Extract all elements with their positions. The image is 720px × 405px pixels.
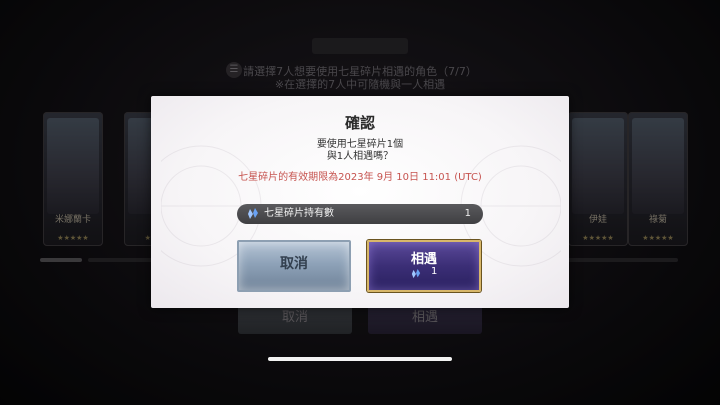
inventory-bar: 七星碎片持有數 1 bbox=[237, 204, 483, 224]
inventory-label: 七星碎片持有數 bbox=[264, 208, 334, 219]
dialog-message-line1: 要使用七星碎片1個 bbox=[316, 139, 404, 150]
crystal-shard-icon bbox=[248, 208, 258, 219]
crystal-shard-icon bbox=[411, 269, 421, 279]
inventory-count: 1 bbox=[464, 208, 471, 219]
meet-button-label: 相遇 bbox=[410, 252, 437, 267]
home-indicator[interactable] bbox=[268, 357, 452, 361]
cancel-button[interactable]: 取消 bbox=[237, 240, 351, 292]
confirm-dialog: 確認 要使用七星碎片1個 與1人相遇嗎？ 七星碎片的有效期限為2023年 9月 … bbox=[151, 96, 569, 308]
meet-button[interactable]: 相遇 1 bbox=[367, 240, 481, 292]
expiry-warning: 七星碎片的有效期限為2023年 9月 10日 11:01 (UTC) bbox=[238, 172, 482, 183]
cancel-button-label: 取消 bbox=[280, 256, 308, 272]
meet-cost: 1 bbox=[431, 266, 438, 277]
dialog-message-line2: 與1人相遇嗎？ bbox=[326, 151, 394, 162]
dialog-title: 確認 bbox=[344, 114, 375, 132]
